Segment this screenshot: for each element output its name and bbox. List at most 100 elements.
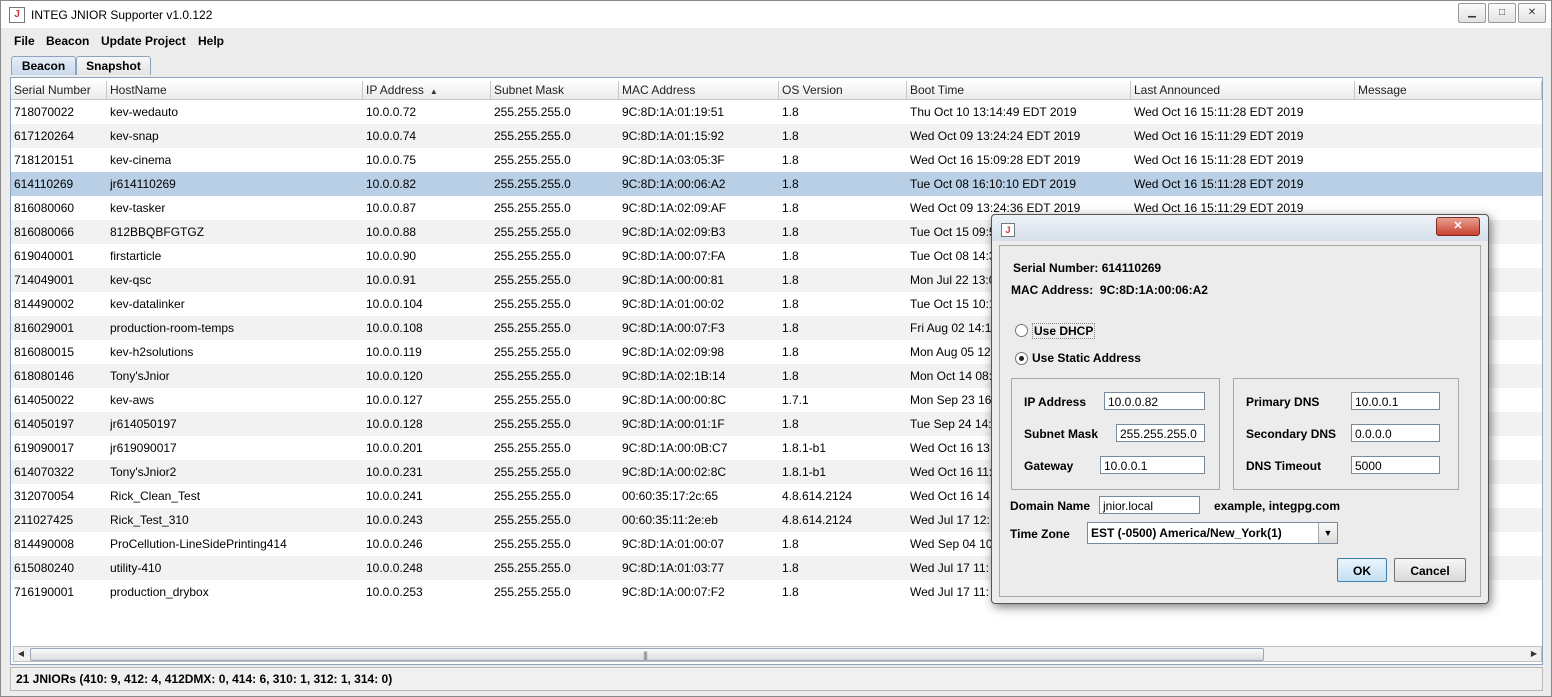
cell-os: 1.8 (782, 369, 799, 383)
horizontal-scrollbar[interactable]: ◀ ||| ▶ (13, 646, 1542, 662)
cell-subnet: 255.255.255.0 (494, 489, 571, 503)
chevron-down-icon[interactable]: ▼ (1318, 523, 1337, 543)
cell-mac: 9C:8D:1A:02:1B:14 (622, 369, 726, 383)
table-row[interactable]: 617120264 kev-snap 10.0.0.74 255.255.255.0 9… (11, 124, 1542, 148)
cell-ip: 10.0.0.241 (366, 489, 423, 503)
cancel-button[interactable]: Cancel (1394, 558, 1466, 582)
cell-subnet: 255.255.255.0 (494, 129, 571, 143)
cell-subnet: 255.255.255.0 (494, 297, 571, 311)
column-header-message[interactable]: Message (1355, 81, 1542, 99)
cell-boot-time: Wed Oct 09 13:24:24 EDT 2019 (910, 129, 1081, 143)
status-text: 21 JNIORs (410: 9, 412: 4, 412DMX: 0, 41… (16, 672, 393, 686)
column-header-mac[interactable]: MAC Address (619, 81, 779, 99)
menu-bar: File Beacon Update Project Help (8, 31, 1544, 53)
primary-dns-field[interactable]: 10.0.0.1 (1351, 392, 1440, 410)
cell-ip: 10.0.0.246 (366, 537, 423, 551)
column-header-last-announced[interactable]: Last Announced (1131, 81, 1355, 99)
dialog-title-bar: J ✕ (992, 215, 1488, 241)
column-header-hostname[interactable]: HostName (107, 81, 363, 99)
secondary-dns-field[interactable]: 0.0.0.0 (1351, 424, 1440, 442)
static-address-label[interactable]: Use Static Address (1032, 351, 1141, 365)
cell-boot-time: Mon Sep 23 16 (910, 393, 992, 407)
static-address-radio[interactable] (1015, 352, 1028, 365)
ok-button[interactable]: OK (1337, 558, 1387, 582)
domain-name-field[interactable]: jnior.local (1099, 496, 1200, 514)
cell-hostname: kev-tasker (110, 201, 166, 215)
sort-ascending-icon: ▲ (429, 87, 438, 96)
cell-mac: 9C:8D:1A:02:09:98 (622, 345, 725, 359)
column-header-os[interactable]: OS Version (779, 81, 907, 99)
cell-subnet: 255.255.255.0 (494, 273, 571, 287)
window-controls: ▁ □ ✕ (1456, 3, 1546, 23)
cell-ip: 10.0.0.72 (366, 105, 417, 119)
cell-boot-time: Wed Sep 04 10 (910, 537, 993, 551)
column-header-serial[interactable]: Serial Number (11, 81, 107, 99)
cell-mac: 9C:8D:1A:01:00:02 (622, 297, 725, 311)
title-bar: J INTEG JNIOR Supporter v1.0.122 ▁ □ ✕ (1, 1, 1551, 28)
column-header-subnet[interactable]: Subnet Mask (491, 81, 619, 99)
serial-number-label: Serial Number: 614110269 (1013, 261, 1162, 275)
cell-serial: 816080066 (14, 225, 75, 239)
dhcp-label[interactable]: Use DHCP (1032, 323, 1096, 339)
cell-subnet: 255.255.255.0 (494, 585, 571, 599)
tab-beacon[interactable]: Beacon (11, 56, 76, 75)
scroll-left-icon[interactable]: ◀ (14, 647, 28, 661)
cell-hostname: production_drybox (110, 585, 209, 599)
cell-os: 1.8 (782, 321, 799, 335)
cell-hostname: firstarticle (110, 249, 162, 263)
cell-serial: 614110269 (14, 177, 74, 191)
table-row[interactable]: 614110269 jr614110269 10.0.0.82 255.255.255… (11, 172, 1542, 196)
cell-hostname: 812BBQBFGTGZ (110, 225, 205, 239)
column-header-ip[interactable]: IP Address ▲ (363, 81, 491, 99)
ip-address-field[interactable]: 10.0.0.82 (1104, 392, 1205, 410)
cell-os: 1.8 (782, 201, 799, 215)
cell-os: 1.8 (782, 249, 799, 263)
cell-boot-time: Tue Oct 15 09:5 (910, 225, 996, 239)
menu-beacon[interactable]: Beacon (46, 34, 89, 48)
cell-ip: 10.0.0.248 (366, 561, 423, 575)
cell-hostname: ProCellution-LineSidePrinting414 (110, 537, 287, 551)
close-button[interactable]: ✕ (1518, 3, 1546, 23)
cell-mac: 9C:8D:1A:01:03:77 (622, 561, 725, 575)
status-bar: 21 JNIORs (410: 9, 412: 4, 412DMX: 0, 41… (10, 667, 1543, 691)
cell-ip: 10.0.0.127 (366, 393, 423, 407)
scrollbar-thumb[interactable]: ||| (30, 648, 1264, 661)
maximize-button[interactable]: □ (1488, 3, 1516, 23)
table-row[interactable]: 718120151 kev-cinema 10.0.0.75 255.255.255.… (11, 148, 1542, 172)
dialog-close-button[interactable]: ✕ (1436, 217, 1480, 236)
cell-subnet: 255.255.255.0 (494, 153, 571, 167)
menu-update-project[interactable]: Update Project (101, 34, 186, 48)
cell-hostname: Rick_Test_310 (110, 513, 189, 527)
minimize-button[interactable]: ▁ (1458, 3, 1486, 23)
cell-os: 1.7.1 (782, 393, 809, 407)
cell-serial: 614050197 (14, 417, 75, 431)
cell-subnet: 255.255.255.0 (494, 201, 571, 215)
menu-help[interactable]: Help (198, 34, 224, 48)
cell-serial: 814490008 (14, 537, 75, 551)
cell-boot-time: Tue Oct 15 10:1 (910, 297, 996, 311)
cell-boot-time: Tue Oct 08 16:10:10 EDT 2019 (910, 177, 1077, 191)
table-row[interactable]: 718070022 kev-wedauto 10.0.0.72 255.255.255… (11, 100, 1542, 124)
subnet-mask-field[interactable]: 255.255.255.0 (1116, 424, 1205, 442)
cell-boot-time: Mon Aug 05 12: (910, 345, 995, 359)
dns-timeout-field[interactable]: 5000 (1351, 456, 1440, 474)
dhcp-radio[interactable] (1015, 324, 1028, 337)
cell-os: 1.8 (782, 585, 799, 599)
time-zone-value: EST (-0500) America/New_York(1) (1091, 526, 1282, 540)
cell-ip: 10.0.0.87 (366, 201, 417, 215)
gateway-field[interactable]: 10.0.0.1 (1100, 456, 1205, 474)
cell-subnet: 255.255.255.0 (494, 249, 571, 263)
tab-snapshot[interactable]: Snapshot (76, 56, 151, 75)
cell-subnet: 255.255.255.0 (494, 225, 571, 239)
time-zone-select[interactable]: EST (-0500) America/New_York(1) ▼ (1087, 522, 1338, 544)
cell-ip: 10.0.0.120 (366, 369, 423, 383)
column-header-boot-time[interactable]: Boot Time (907, 81, 1131, 99)
scroll-right-icon[interactable]: ▶ (1527, 647, 1541, 661)
grip-icon: ||| (643, 650, 648, 660)
cell-ip: 10.0.0.231 (366, 465, 423, 479)
cell-serial: 618080146 (14, 369, 75, 383)
cell-boot-time: Wed Oct 16 14: (910, 489, 994, 503)
cell-serial: 614070322 (14, 465, 75, 479)
cell-serial: 816029001 (14, 321, 75, 335)
menu-file[interactable]: File (14, 34, 35, 48)
